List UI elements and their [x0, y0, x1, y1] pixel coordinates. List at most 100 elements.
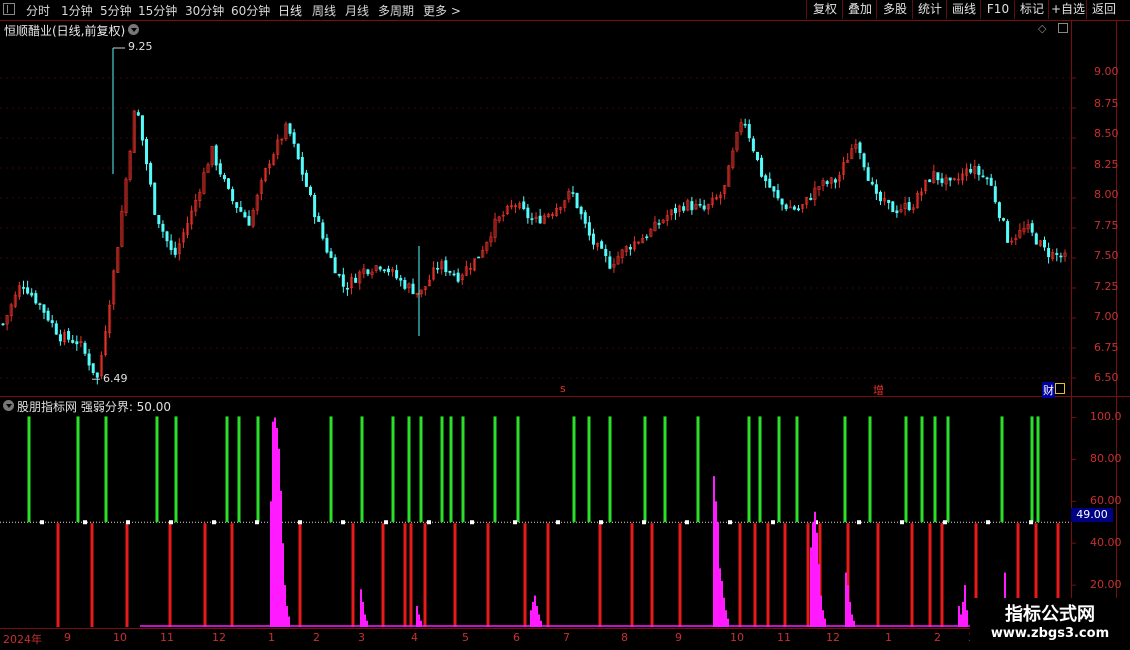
candle-body	[870, 181, 874, 185]
green-bar	[104, 416, 108, 523]
candle-body	[936, 172, 940, 181]
y-tick: 8.25	[1094, 158, 1119, 171]
candle-body	[1006, 221, 1010, 243]
red-bar	[381, 523, 385, 627]
ind-y-tick: 20.00	[1090, 578, 1122, 591]
candle-body	[313, 195, 317, 218]
candle-body	[477, 256, 481, 259]
candle-body	[296, 143, 300, 160]
magenta-bar	[847, 585, 849, 627]
replay-icon[interactable]	[1055, 383, 1065, 394]
magenta-bar	[725, 610, 727, 627]
candle-body	[575, 192, 579, 208]
red-bar	[409, 523, 413, 627]
green-bar	[155, 416, 159, 523]
candle-body	[833, 179, 837, 183]
x-label: 2024年	[3, 633, 42, 646]
magenta-bar	[278, 448, 280, 627]
green-bar	[608, 416, 612, 523]
green-bar	[1000, 416, 1004, 523]
marker-s[interactable]: s	[560, 382, 566, 395]
magenta-bar	[851, 614, 853, 627]
candle-body	[456, 272, 460, 282]
marker-cai[interactable]: 财	[1042, 382, 1055, 398]
green-bar	[795, 416, 799, 523]
candle-body	[538, 215, 542, 224]
red-bar	[783, 523, 787, 627]
magenta-bar	[276, 427, 278, 627]
candle-body	[222, 175, 226, 180]
watermark-title: 指标公式网	[1005, 604, 1095, 625]
green-bar	[758, 416, 762, 523]
candle-body	[165, 231, 169, 242]
candle-body	[341, 274, 345, 287]
magenta-bar	[810, 547, 812, 627]
candle-body	[403, 279, 407, 289]
magenta-bar	[274, 417, 276, 627]
red-bar	[650, 523, 654, 627]
high-price-label: 9.25	[128, 40, 153, 53]
candle-body	[747, 124, 751, 139]
candle-body	[784, 204, 788, 210]
magenta-bar	[286, 606, 288, 627]
candle-body	[788, 206, 792, 209]
candle-body	[54, 323, 58, 335]
candle-body	[895, 210, 899, 214]
red-bar	[351, 523, 355, 627]
line-dot	[83, 520, 87, 525]
magenta-bar	[418, 614, 420, 627]
candle-body	[928, 179, 932, 183]
candle-body	[981, 175, 985, 178]
red-bar	[806, 523, 810, 627]
candle-body	[325, 237, 329, 253]
magenta-bar	[715, 501, 717, 627]
window-icon[interactable]	[1058, 23, 1068, 33]
magenta-bar	[713, 476, 715, 627]
magenta-bar	[966, 610, 968, 627]
candle-body	[858, 142, 862, 154]
candle-body	[354, 277, 358, 283]
candle-body	[948, 177, 952, 181]
green-bar	[329, 416, 333, 523]
candle-body	[231, 189, 235, 202]
chart-canvas[interactable]	[0, 0, 1130, 650]
magenta-bar	[721, 580, 723, 627]
candle-body	[969, 169, 973, 173]
candle-body	[776, 190, 780, 199]
candle-body	[157, 214, 161, 225]
magenta-bar	[960, 614, 962, 627]
green-bar	[493, 416, 497, 523]
ind-y-tick: 80.00	[1090, 452, 1122, 465]
red-bar	[90, 523, 94, 627]
low-price-label: 6.49	[103, 372, 128, 385]
x-label: 7	[563, 631, 570, 644]
candle-body	[530, 218, 534, 220]
candle-body	[682, 206, 686, 211]
green-bar	[76, 416, 80, 523]
line-dot	[943, 520, 947, 525]
magenta-bar	[719, 568, 721, 627]
candle-body	[1034, 233, 1038, 245]
candle-body	[1, 323, 5, 326]
candle-body	[444, 260, 448, 273]
green-bar	[663, 416, 667, 523]
candle-body	[329, 251, 333, 258]
candle-body	[247, 216, 251, 226]
candle-body	[452, 273, 456, 276]
candle-body	[169, 240, 173, 251]
dropdown-icon[interactable]	[128, 24, 139, 35]
candle-body	[866, 167, 870, 181]
candle-body	[75, 341, 79, 345]
x-label: 9	[675, 631, 682, 644]
x-label: 10	[113, 631, 127, 644]
marker-zeng[interactable]: 增	[873, 382, 884, 398]
line-dot	[900, 520, 904, 525]
magenta-bar	[284, 585, 286, 627]
magenta-bar	[812, 522, 814, 627]
red-bar	[910, 523, 914, 627]
diamond-icon[interactable]: ◇	[1038, 22, 1046, 35]
candle-body	[22, 287, 26, 289]
candle-body	[600, 241, 604, 249]
indicator-dropdown-icon[interactable]	[3, 400, 14, 411]
candle-body	[1047, 248, 1051, 258]
